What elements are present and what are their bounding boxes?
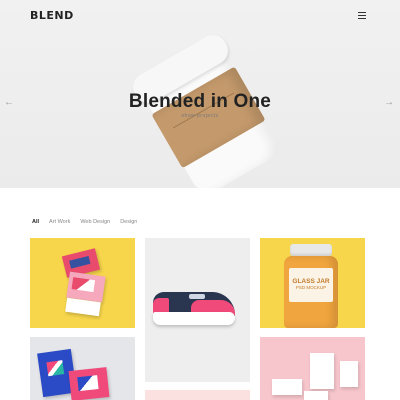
- card-image: [68, 367, 110, 400]
- portfolio-item-pink-tile[interactable]: [145, 390, 250, 400]
- jar-label-title: GLASS JAR: [292, 278, 330, 285]
- stationery-image: [310, 353, 334, 389]
- portfolio-item-jar-mockup[interactable]: GLASS JAR PSD MOCKUP: [260, 238, 365, 328]
- jar-lid: [290, 244, 332, 256]
- filter-all[interactable]: All: [32, 219, 39, 225]
- hero-slider: BLEND Blended in One show projects ← →: [0, 0, 400, 188]
- portfolio-item-stationery[interactable]: [260, 337, 365, 400]
- arrow-left-icon[interactable]: ←: [4, 98, 14, 108]
- jar-label-subtitle: PSD MOCKUP: [295, 285, 327, 290]
- jar-label: GLASS JAR PSD MOCKUP: [289, 268, 333, 302]
- portfolio-filters: All Art Work Web Design Design: [32, 219, 147, 225]
- page: BLEND Blended in One show projects ← → A…: [0, 0, 400, 400]
- filter-art-work[interactable]: Art Work: [49, 219, 70, 225]
- hamburger-menu-icon[interactable]: [358, 12, 366, 19]
- hero-subtitle-link[interactable]: show projects: [0, 113, 400, 119]
- filter-web-design[interactable]: Web Design: [80, 219, 110, 225]
- arrow-right-icon[interactable]: →: [384, 98, 394, 108]
- portfolio-item-business-cards[interactable]: [30, 238, 135, 328]
- hero-title: Blended in One: [128, 91, 272, 112]
- portfolio-item-sneaker[interactable]: [145, 238, 250, 382]
- filter-design[interactable]: Design: [120, 219, 137, 225]
- logo[interactable]: BLEND: [30, 9, 74, 22]
- portfolio-item-branding-cards[interactable]: [30, 337, 135, 400]
